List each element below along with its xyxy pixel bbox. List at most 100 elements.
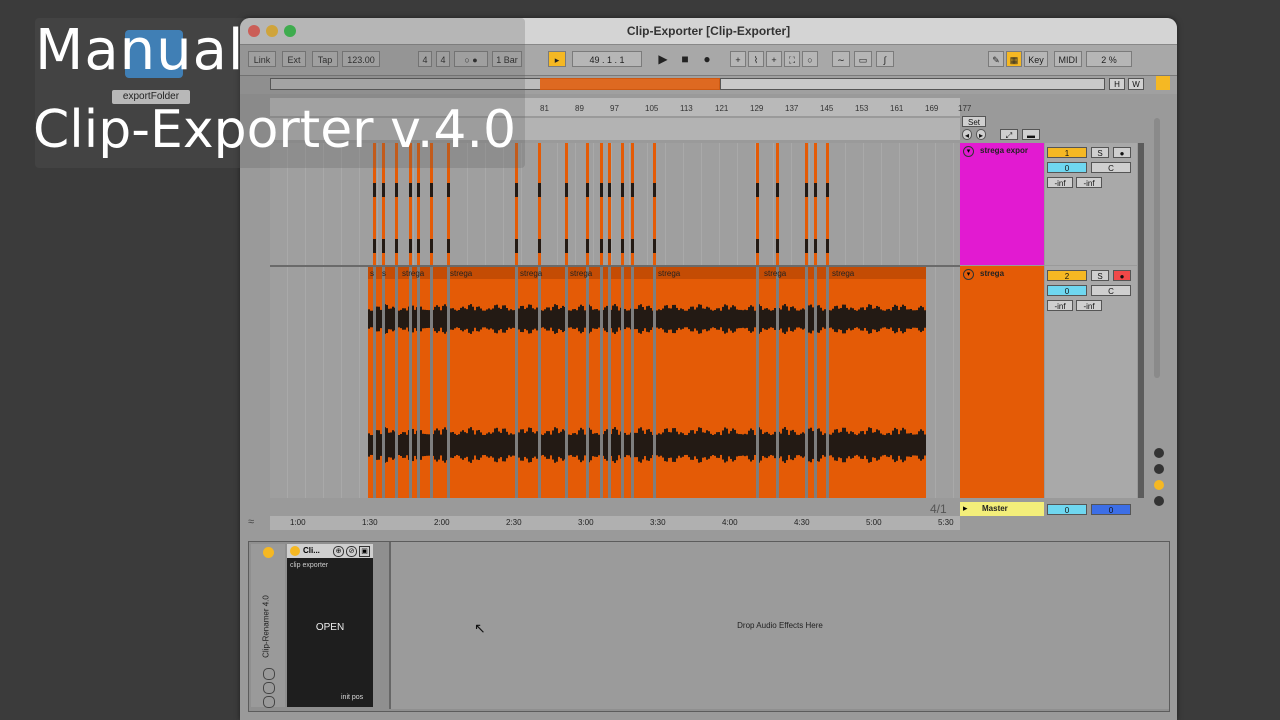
save-preset-icon[interactable]: ▣ (359, 546, 370, 557)
waveform-sample (650, 431, 652, 459)
device-activator[interactable] (263, 547, 274, 558)
menu-icon[interactable] (1156, 76, 1170, 90)
open-button[interactable]: OPEN (287, 622, 373, 633)
peak-left: -inf (1047, 300, 1073, 311)
waveform-sample (710, 309, 712, 329)
arm-button[interactable]: ● (1113, 270, 1131, 281)
waveform-sample (894, 427, 896, 463)
export-marker-wave (826, 239, 829, 253)
waveform-sample (660, 434, 662, 456)
time-ruler[interactable]: 1:00 1:30 2:00 2:30 3:00 3:30 4:00 4:30 … (270, 516, 960, 530)
midi-map-button[interactable]: MIDI (1054, 51, 1082, 67)
capture-icon[interactable]: ⛶ (784, 51, 800, 67)
waveform-sample (398, 434, 400, 456)
vertical-scrollbar[interactable] (1154, 118, 1160, 378)
waveform-sample (890, 310, 892, 328)
init-pos-button[interactable]: init pos (341, 694, 363, 701)
waveform-sample (784, 427, 786, 463)
plugin-titlebar[interactable]: Cli... ⊕ ⊘ ▣ (287, 544, 373, 558)
fit-height-button[interactable]: H (1109, 78, 1125, 90)
solo-button[interactable]: S (1091, 147, 1109, 158)
draw-mode-icon[interactable]: ∼ (832, 51, 850, 67)
master-volume[interactable]: 0 (1047, 504, 1087, 515)
automation-arm-icon[interactable]: ⌇ (748, 51, 764, 67)
clip-split-line (395, 267, 398, 498)
clip-split-line (756, 267, 759, 498)
volume-field[interactable]: 0 (1047, 285, 1087, 296)
overdub-button[interactable]: + (730, 51, 746, 67)
edit-icon[interactable]: ⊕ (333, 546, 344, 557)
waveform-sample (830, 310, 832, 328)
play-icon[interactable]: ▶ (654, 51, 672, 67)
punch-in-icon[interactable]: ▭ (854, 51, 872, 67)
key-map-button[interactable]: Key (1024, 51, 1048, 67)
master-pan[interactable]: 0 (1091, 504, 1131, 515)
pan-field[interactable]: C (1091, 285, 1131, 296)
send-icon[interactable] (1154, 464, 1164, 474)
punch-out-icon[interactable]: ∫ (876, 51, 894, 67)
follow-button[interactable]: ▸ (548, 51, 566, 67)
fold-icon[interactable]: ▾ (963, 146, 974, 157)
ruler-mark: 89 (575, 104, 584, 113)
loop-icon[interactable]: ○ (802, 51, 818, 67)
waveform-sample (458, 434, 460, 456)
arrangement-position[interactable]: 49 . 1 . 1 (572, 51, 642, 67)
stop-icon[interactable]: ■ (676, 51, 694, 67)
track-header-1[interactable]: ▾ strega expor (960, 143, 1044, 265)
track-name[interactable]: strega expor (980, 146, 1028, 155)
solo-button[interactable]: S (1091, 270, 1109, 281)
prev-locator-icon[interactable]: ◂ (962, 129, 972, 140)
waveform-sample (570, 435, 572, 455)
waveform-sample (754, 435, 756, 455)
computer-keyboard-icon[interactable]: ▦ (1006, 51, 1022, 67)
track-name[interactable]: strega (980, 269, 1004, 278)
mixer-icon[interactable] (1154, 480, 1164, 490)
rack-edit-icon[interactable] (263, 682, 275, 694)
arm-button[interactable]: ● (1113, 147, 1131, 158)
fit-width-button[interactable]: W (1128, 78, 1144, 90)
pencil-icon[interactable]: ✎ (988, 51, 1004, 67)
clip-waveforms[interactable] (270, 143, 960, 498)
groove-icon[interactable]: ≈ (248, 516, 264, 530)
clip-split-line (430, 267, 433, 498)
waveform-sample (738, 309, 740, 329)
waveform-sample (442, 305, 444, 333)
strega-clip[interactable] (368, 267, 926, 498)
track-activator[interactable]: 1 (1047, 147, 1087, 158)
track-header-2[interactable]: ▾ strega (960, 266, 1044, 498)
volume-field[interactable]: 0 (1047, 162, 1087, 173)
waveform-sample (638, 305, 640, 333)
crossfade-icon[interactable] (1154, 496, 1164, 506)
waveform-sample (660, 310, 662, 328)
waveform-sample (674, 428, 676, 462)
plugin-activator[interactable] (290, 546, 300, 556)
waveform-sample (558, 433, 560, 457)
record-icon[interactable]: ● (698, 51, 716, 67)
rack-settings-icon[interactable] (263, 668, 275, 680)
audio-effects-drop-area[interactable]: Drop Audio Effects Here (389, 542, 1169, 709)
waveform-sample (922, 307, 924, 331)
io-icon[interactable] (1154, 448, 1164, 458)
play-icon[interactable]: ▸ (963, 503, 968, 514)
waveform-sample (840, 308, 842, 330)
next-locator-icon[interactable]: ▸ (976, 129, 986, 140)
hotswap-icon[interactable]: ⊘ (346, 546, 357, 557)
waveform-sample (592, 433, 594, 457)
device-rack-strip[interactable]: Clip-Renamer 4.0 (251, 544, 285, 708)
waveform-sample (870, 304, 872, 334)
waveform-sample (510, 433, 512, 457)
lock-icon[interactable]: ▬ (1022, 129, 1040, 140)
waveform-sample (378, 306, 380, 332)
unfold-icon[interactable]: ⤢ (1000, 129, 1018, 140)
rack-save-icon[interactable] (263, 696, 275, 708)
loop-length-display: 4/1 (930, 502, 947, 516)
set-locator-button[interactable]: Set (962, 116, 986, 127)
track-activator[interactable]: 2 (1047, 270, 1087, 281)
arrangement-view[interactable]: s s strega strega strega strega strega s… (270, 143, 960, 498)
waveform-sample (888, 432, 890, 458)
fold-icon[interactable]: ▾ (963, 269, 974, 280)
export-marker-wave (600, 183, 603, 197)
pan-field[interactable]: C (1091, 162, 1131, 173)
session-record-icon[interactable]: + (766, 51, 782, 67)
master-track-header[interactable]: ▸ Master (960, 502, 1044, 516)
